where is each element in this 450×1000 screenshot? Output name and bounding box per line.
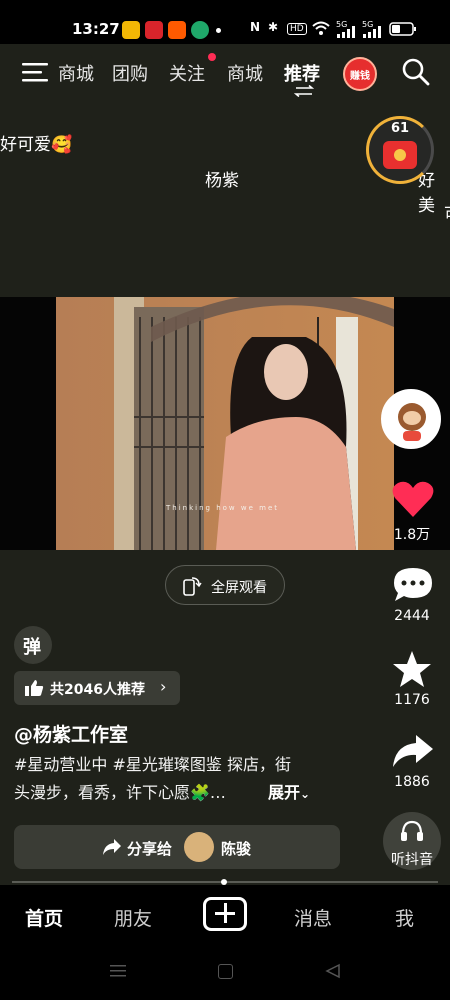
video-caption: Thinking how we met bbox=[165, 504, 279, 512]
notification-dot bbox=[208, 53, 216, 61]
taobao-icon bbox=[168, 21, 186, 39]
share-icon[interactable] bbox=[392, 734, 434, 768]
thumbs-up-icon bbox=[25, 680, 44, 696]
favorite-count: 1176 bbox=[394, 692, 430, 708]
video-frame-image: Thinking how we met bbox=[56, 297, 394, 550]
friend-avatar bbox=[184, 832, 214, 862]
status-time: 13:27 bbox=[72, 20, 120, 38]
nav-home[interactable]: 首页 bbox=[25, 904, 63, 931]
favorite-star-icon[interactable] bbox=[392, 650, 432, 688]
earn-coins-button[interactable]: 赚钱 bbox=[343, 57, 377, 91]
status-bar bbox=[0, 0, 450, 44]
battery-icon bbox=[389, 22, 416, 36]
like-count: 1.8万 bbox=[393, 527, 431, 543]
description-line: #星动营业中 #星光璀璨图鉴 探店，街 bbox=[14, 755, 291, 774]
signal-icon-2 bbox=[363, 26, 381, 38]
signal-icon bbox=[337, 26, 355, 38]
headphones-icon bbox=[401, 820, 423, 841]
red-packet-timer[interactable]: 61 bbox=[366, 116, 434, 184]
news-icon bbox=[145, 21, 163, 39]
weibo-icon bbox=[122, 21, 140, 39]
danmaku-toggle-button[interactable]: 弹 bbox=[14, 626, 52, 664]
danmaku-comment: 好可爱🥰 bbox=[0, 135, 73, 155]
recommend-pill[interactable]: 共2046人推荐 › bbox=[14, 671, 180, 705]
wifi-icon bbox=[312, 21, 330, 35]
maps-icon bbox=[191, 21, 209, 39]
listen-label: 听抖音 bbox=[391, 852, 433, 868]
tab-mall-clipped[interactable]: 商城 bbox=[54, 60, 94, 88]
hd-badge: HD bbox=[287, 23, 307, 35]
bluetooth-icon: ✱ bbox=[268, 20, 279, 34]
video-player[interactable]: Thinking how we met bbox=[56, 297, 394, 550]
comment-count: 2444 bbox=[394, 608, 430, 624]
nfc-icon: N bbox=[250, 20, 261, 34]
danmaku-comment: 杨紫 bbox=[205, 171, 239, 191]
create-post-button[interactable] bbox=[203, 897, 247, 931]
like-heart-icon[interactable] bbox=[392, 480, 434, 518]
nav-messages[interactable]: 消息 bbox=[294, 904, 332, 931]
fullscreen-button[interactable]: 全屏观看 bbox=[165, 565, 285, 605]
author-name[interactable]: @杨紫工作室 bbox=[14, 720, 128, 747]
rotate-screen-icon bbox=[183, 577, 202, 596]
home-button-icon[interactable] bbox=[218, 964, 233, 979]
chevron-right-icon: › bbox=[160, 677, 167, 696]
tab-group-buy[interactable]: 团购 bbox=[112, 60, 148, 86]
danmaku-comment: 可 bbox=[444, 200, 450, 225]
share-arrow-icon bbox=[103, 839, 121, 855]
refresh-arrows-icon bbox=[294, 85, 314, 97]
tab-following[interactable]: 关注 bbox=[169, 60, 205, 86]
red-packet-icon bbox=[383, 141, 417, 169]
chevron-down-icon: ⌄ bbox=[300, 787, 311, 801]
share-count: 1886 bbox=[394, 774, 430, 790]
more-notifications-dot bbox=[216, 28, 221, 33]
expand-button[interactable]: 展开⌄ bbox=[268, 779, 310, 803]
description-line: 头漫步，看秀，许下心愿🧩… bbox=[14, 783, 226, 802]
nav-me[interactable]: 我 bbox=[395, 904, 414, 931]
menu-icon[interactable] bbox=[22, 62, 48, 82]
tab-mall[interactable]: 商城 bbox=[227, 60, 263, 86]
nav-friends[interactable]: 朋友 bbox=[114, 904, 152, 931]
comment-icon[interactable] bbox=[392, 566, 434, 604]
creator-avatar[interactable] bbox=[381, 389, 441, 449]
tab-recommend[interactable]: 推荐 bbox=[284, 60, 320, 86]
share-to-friend-bar[interactable]: 分享给 陈骏 bbox=[14, 825, 340, 869]
search-icon[interactable] bbox=[402, 58, 430, 86]
recent-apps-icon[interactable] bbox=[110, 964, 126, 978]
back-icon[interactable] bbox=[325, 963, 341, 979]
